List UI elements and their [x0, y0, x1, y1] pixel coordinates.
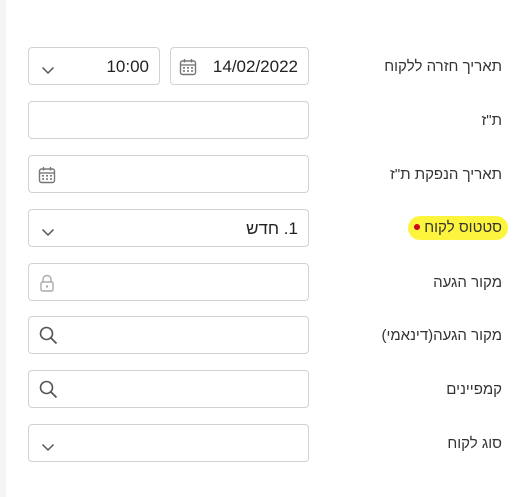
campaigns-search[interactable] — [28, 370, 309, 408]
field-row-arrival-source: מקור הגעה — [0, 263, 520, 303]
arrival-source-dynamic-label: מקור הגעה(דינאמי) — [381, 327, 502, 344]
customer-type-label: סוג לקוח — [447, 435, 502, 452]
chevron-down-icon — [41, 224, 55, 242]
search-icon[interactable] — [39, 326, 58, 350]
return-date-input[interactable]: 14/02/2022 — [170, 47, 309, 85]
calendar-icon[interactable] — [38, 166, 56, 189]
id-number-label: ת"ז — [481, 112, 502, 129]
id-issue-date-input[interactable] — [28, 155, 309, 193]
arrival-source-input[interactable] — [28, 263, 309, 301]
return-date-value: 14/02/2022 — [212, 57, 298, 76]
customer-status-label: סטטוס לקוח — [408, 216, 508, 240]
arrival-source-dynamic-search[interactable] — [28, 316, 309, 354]
customer-status-label-text: סטטוס לקוח — [424, 219, 502, 236]
customer-status-value: 1. חדש — [246, 219, 298, 238]
field-row-id-number: ת"ז — [0, 101, 520, 141]
field-row-return-date: תאריך חזרה ללקוח 14/02/2022 10:00 — [0, 47, 520, 87]
return-date-label: תאריך חזרה ללקוח — [384, 58, 502, 75]
search-icon[interactable] — [39, 380, 58, 404]
customer-type-select[interactable] — [28, 424, 309, 462]
id-number-input[interactable] — [28, 101, 309, 139]
field-row-customer-type: סוג לקוח — [0, 424, 520, 464]
chevron-down-icon — [41, 62, 55, 80]
field-row-customer-status: סטטוס לקוח 1. חדש — [0, 209, 520, 249]
chevron-down-icon — [41, 439, 55, 457]
field-row-campaigns: קמפיינים — [0, 370, 520, 410]
customer-status-select[interactable]: 1. חדש — [28, 209, 309, 247]
arrival-source-label: מקור הגעה — [433, 274, 502, 291]
return-time-select[interactable]: 10:00 — [28, 47, 160, 85]
field-row-arrival-source-dynamic: מקור הגעה(דינאמי) — [0, 316, 520, 356]
field-row-id-issue-date: תאריך הנפקת ת"ז — [0, 155, 520, 195]
lock-icon — [39, 274, 55, 297]
campaigns-label: קמפיינים — [446, 381, 502, 398]
calendar-icon[interactable] — [179, 58, 197, 81]
return-time-value: 10:00 — [106, 57, 149, 76]
required-indicator — [414, 224, 421, 231]
id-issue-date-label: תאריך הנפקת ת"ז — [390, 166, 502, 183]
